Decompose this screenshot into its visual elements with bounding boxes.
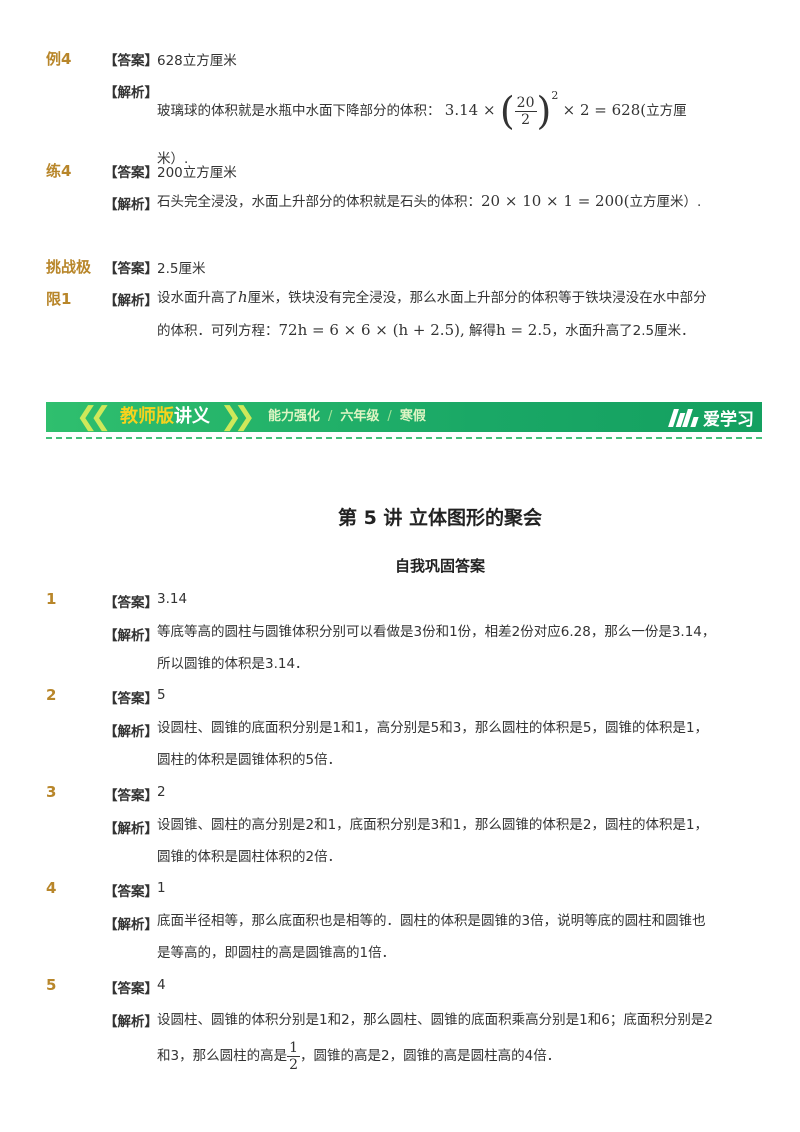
explain-tag: 【解析】 (104, 917, 158, 933)
answer-text: 628立方厘米 (157, 53, 237, 69)
answer-tag: 【答案】 (104, 165, 158, 181)
fraction: 12 (287, 1039, 301, 1073)
explain-tag: 【解析】 (104, 197, 158, 213)
banner-divider (46, 437, 762, 439)
explain-tag: 【解析】 (104, 628, 158, 644)
answer-text: 2 (157, 784, 166, 800)
item-number: 4 (46, 879, 57, 897)
answer-text: 5 (157, 687, 166, 703)
section-title: 自我巩固答案 (394, 557, 485, 575)
item-label: 练4 (46, 162, 72, 180)
teacher-edition-banner: ❮❮ ❯❯ 教师版讲义 能力强化 / 六年级 / 寒假 爱学习 (46, 402, 762, 432)
item-number: 3 (46, 783, 57, 801)
banner-subtitle: 能力强化 / 六年级 / 寒假 (268, 409, 426, 424)
answer-tag: 【答案】 (104, 261, 158, 277)
answer-tag: 【答案】 (104, 53, 158, 69)
explain-text: 玻璃球的体积就是水瓶中水面下降部分的体积： 3.14 × (20 2)2 × 2 … (157, 89, 687, 167)
explain-text: 设圆柱、圆锥的体积分别是1和2，那么圆柱、圆锥的底面积乘高分别是1和6；底面积分… (157, 1012, 713, 1073)
item-number: 5 (46, 976, 57, 994)
banner-title: 教师版讲义 (120, 406, 210, 427)
chevron-left-icon: ❮❮ (76, 402, 111, 432)
explain-text: 设水面升高了h厘米，铁块没有完全浸没，那么水面上升部分的体积等于铁块浸没在水中部… (157, 288, 707, 339)
answer-text: 4 (157, 977, 166, 993)
explain-text: 石头完全浸没，水面上升部分的体积就是石头的体积：20 × 10 × 1 = 20… (157, 192, 702, 210)
item-label: 挑战极 (46, 258, 92, 276)
item-label-line2: 限1 (46, 290, 72, 308)
explain-text: 底面半径相等，那么底面积也是相等的．圆柱的体积是圆锥的3倍，说明等底的圆柱和圆锥… (157, 913, 706, 961)
answer-text: 3.14 (157, 591, 188, 607)
close-paren: ) (536, 89, 552, 133)
item-number: 2 (46, 686, 57, 704)
chevron-right-icon: ❯❯ (220, 402, 255, 432)
answer-text: 2.5厘米 (157, 261, 206, 277)
item-label: 例4 (46, 50, 72, 68)
explain-tag: 【解析】 (104, 821, 158, 837)
explain-tag: 【解析】 (104, 85, 158, 101)
answer-tag: 【答案】 (104, 691, 158, 707)
answer-tag: 【答案】 (104, 595, 158, 611)
answer-text: 1 (157, 880, 166, 896)
open-paren: ( (499, 89, 515, 133)
answer-tag: 【答案】 (104, 884, 158, 900)
explain-text: 设圆柱、圆锥的底面积分别是1和1，高分别是5和3，那么圆柱的体积是5，圆锥的体积… (157, 720, 709, 768)
answer-text: 200立方厘米 (157, 165, 237, 181)
explain-text: 设圆锥、圆柱的高分别是2和1，底面积分别是3和1，那么圆锥的体积是2，圆柱的体积… (157, 817, 709, 865)
brand-logo: 爱学习 (668, 402, 754, 432)
explain-tag: 【解析】 (104, 724, 158, 740)
answer-tag: 【答案】 (104, 981, 158, 997)
answer-tag: 【答案】 (104, 788, 158, 804)
item-number: 1 (46, 590, 57, 608)
explain-text: 等底等高的圆柱与圆锥体积分别可以看做是3份和1份，相差2份对应6.28，那么一份… (157, 624, 716, 672)
fraction: 20 2 (514, 94, 537, 128)
explain-tag: 【解析】 (104, 1014, 158, 1030)
lecture-title: 第 5 讲 立体图形的聚会 (337, 507, 543, 529)
explain-tag: 【解析】 (104, 293, 158, 309)
logo-icon (668, 407, 699, 427)
